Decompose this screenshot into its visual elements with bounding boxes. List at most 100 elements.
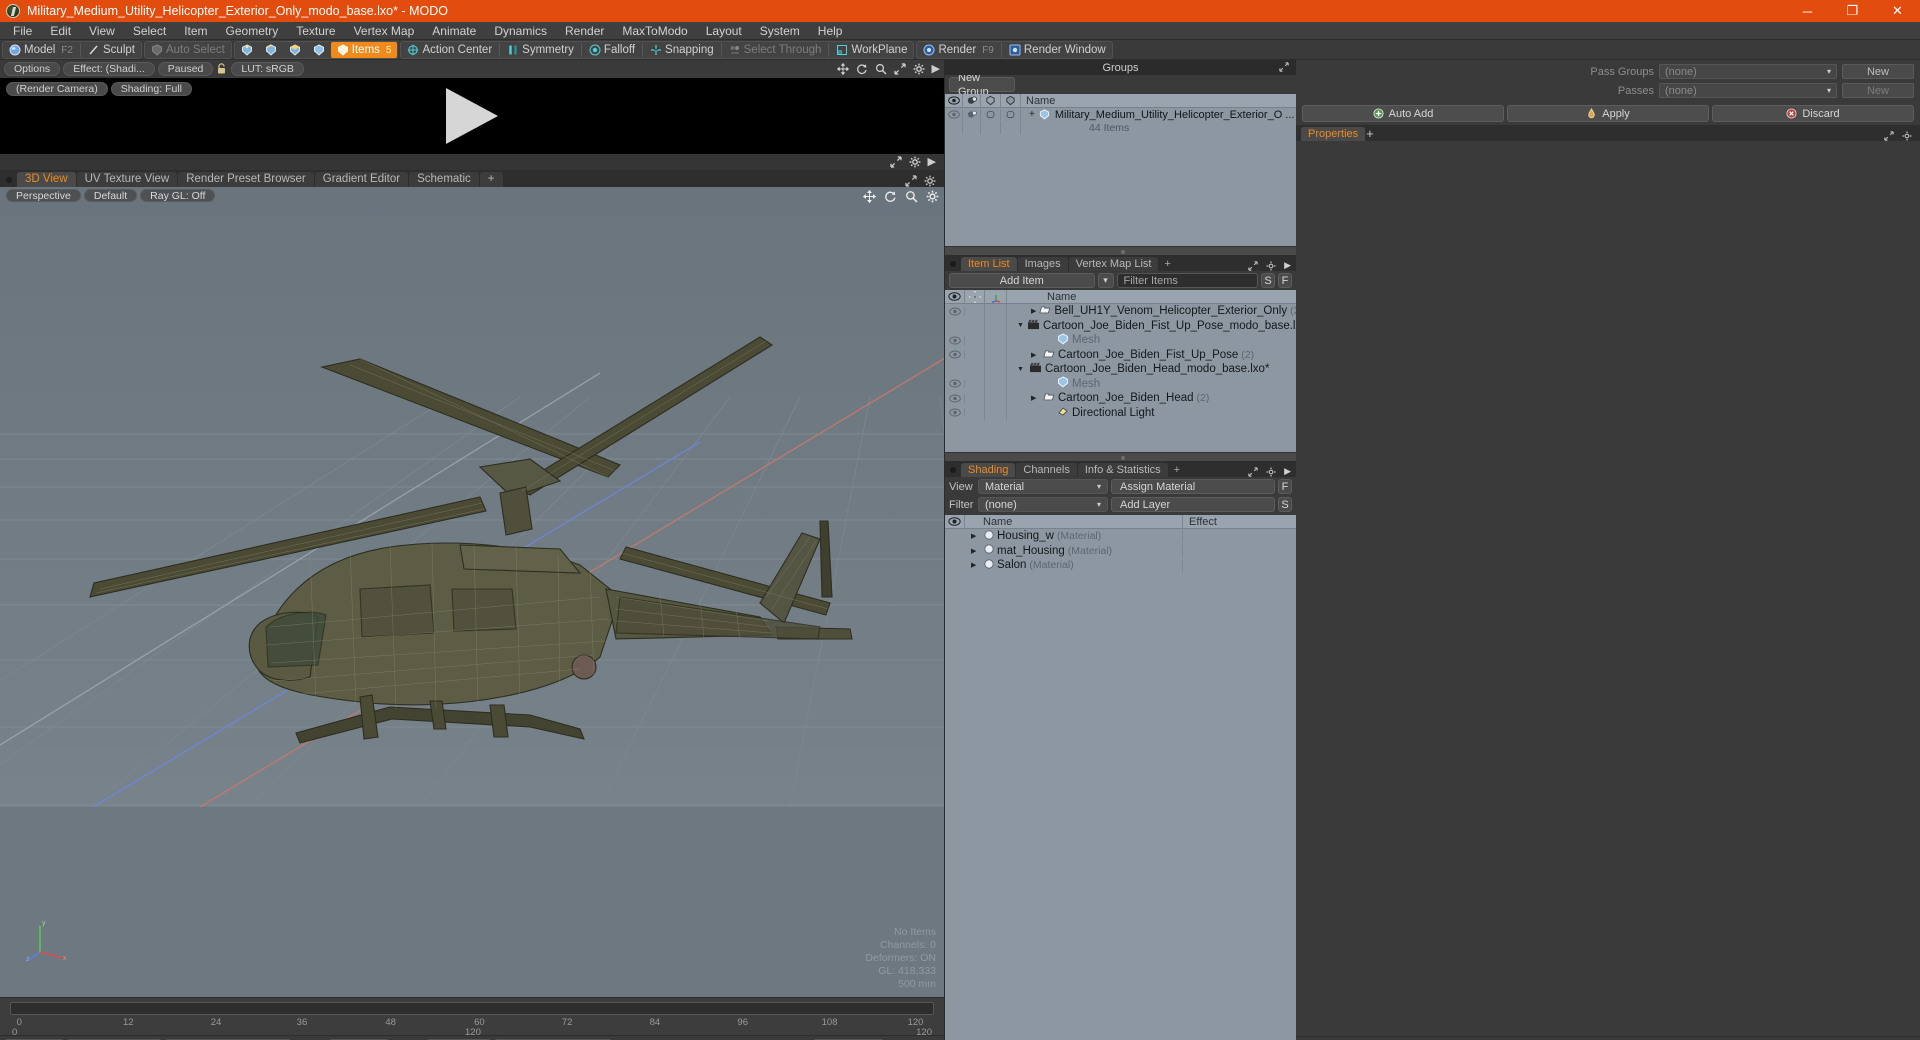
gear-icon[interactable] [1266, 259, 1278, 271]
polygons-mode-button[interactable] [283, 42, 307, 58]
table-row[interactable]: ▶ mat_Housing (Material) [945, 544, 1296, 559]
materials-mode-button[interactable] [307, 42, 331, 58]
menu-select[interactable]: Select [124, 22, 175, 40]
timeline-track[interactable] [10, 1002, 934, 1015]
gear-icon[interactable] [1902, 129, 1914, 141]
fit-icon[interactable] [1248, 465, 1260, 477]
menu-view[interactable]: View [80, 22, 124, 40]
falloff-button[interactable]: Falloff [583, 42, 641, 58]
row-transform-cell[interactable] [985, 347, 1007, 362]
play-triangle-icon[interactable] [446, 88, 498, 144]
row-lock2-toggle[interactable] [1001, 109, 1021, 120]
new-pass-button[interactable]: New [1842, 83, 1914, 98]
material-name-cell[interactable]: ▶ Salon (Material) [965, 558, 1183, 572]
item-name-cell[interactable]: ▶ Cartoon_Joe_Biden_Fist_Up_Pose (2) [1007, 348, 1296, 362]
table-row[interactable]: ▼ Cartoon_Joe_Biden_Fist_Up_Pose_modo_bas… [945, 318, 1296, 333]
viewport-3d[interactable]: Perspective Default Ray GL: Off y x z No… [0, 187, 944, 997]
menu-item[interactable]: Item [175, 22, 216, 40]
assign-material-button[interactable]: Assign Material [1111, 479, 1275, 494]
action-center-button[interactable]: Action Center [401, 42, 498, 58]
preview-paused-button[interactable]: Paused [157, 62, 214, 76]
viewport-raygl-button[interactable]: Ray GL: Off [140, 189, 216, 202]
row-lock-cell[interactable] [965, 318, 985, 333]
menu-help[interactable]: Help [809, 22, 852, 40]
group-row-name-cell[interactable]: + Military_Medium_Utility_Helicopter_Ext… [1021, 109, 1296, 121]
discard-button[interactable]: Discard [1712, 105, 1914, 122]
panel-menu-dot[interactable] [950, 261, 956, 267]
render-camera-button[interactable]: (Render Camera) [6, 82, 108, 96]
tab-vertex-map-list[interactable]: Vertex Map List [1068, 257, 1159, 271]
menu-file[interactable]: File [4, 22, 41, 40]
item-name-cell[interactable]: ▼ Cartoon_Joe_Biden_Fist_Up_Pose_modo_bas… [1007, 319, 1296, 333]
render-window-button[interactable]: Render Window [1003, 42, 1112, 58]
table-row[interactable]: Mesh [945, 333, 1296, 348]
row-transform-cell[interactable] [985, 304, 1007, 319]
preview-effect-button[interactable]: Effect: (Shadi... [63, 62, 155, 76]
panel-menu-dot[interactable] [6, 177, 12, 183]
tab-shading[interactable]: Shading [961, 463, 1016, 477]
lock-icon[interactable] [216, 63, 228, 75]
item-name-cell[interactable]: Mesh [1007, 333, 1296, 348]
menu-layout[interactable]: Layout [697, 22, 751, 40]
item-name-cell[interactable]: ▶ Cartoon_Joe_Biden_Head (2) [1007, 391, 1296, 405]
row-transform-cell[interactable] [985, 318, 1007, 333]
tab-schematic[interactable]: Schematic [409, 172, 479, 187]
model-mode-button[interactable]: Model F2 [3, 42, 79, 58]
table-row[interactable]: + Military_Medium_Utility_Helicopter_Ext… [945, 108, 1296, 121]
select-through-button[interactable]: Select Through [723, 42, 828, 58]
disclosure-arrow-icon[interactable]: ▶ [1031, 307, 1036, 315]
apply-button[interactable]: Apply [1507, 105, 1709, 122]
view-material-dropdown[interactable]: Material ▾ [978, 479, 1108, 494]
menu-vertex-map[interactable]: Vertex Map [345, 22, 424, 40]
material-name-cell[interactable]: ▶ mat_Housing (Material) [965, 544, 1183, 558]
pass-groups-dropdown[interactable]: (none) ▾ [1659, 64, 1837, 79]
tab-add-button[interactable]: + [1169, 463, 1185, 477]
fit-icon[interactable] [905, 175, 917, 187]
table-row[interactable]: ▶ Bell_UH1Y_Venom_Helicopter_Exterior_Onl… [945, 304, 1296, 319]
shading-table[interactable]: Name Effect ▶ Housing_w (Material) ▶ mat_Hou… [945, 515, 1296, 1040]
row-visibility-toggle[interactable] [945, 306, 965, 316]
maximize-button[interactable]: ❐ [1830, 0, 1875, 22]
row-lock-cell[interactable] [965, 347, 985, 362]
shading-f-button[interactable]: F [1278, 479, 1292, 494]
tab-properties[interactable]: Properties [1301, 127, 1366, 141]
row-lock-cell[interactable] [965, 362, 985, 377]
properties-pane[interactable] [1296, 141, 1920, 1036]
table-row[interactable]: ▼ Cartoon_Joe_Biden_Head_modo_base.lxo* [945, 362, 1296, 377]
menu-animate[interactable]: Animate [423, 22, 485, 40]
tab-item-list[interactable]: Item List [961, 257, 1017, 271]
timeline[interactable]: 0 12 24 36 48 60 72 84 96 108 120 0 120 … [0, 997, 944, 1038]
auto-add-button[interactable]: Auto Add [1302, 105, 1504, 122]
fit-icon[interactable] [1884, 129, 1896, 141]
row-visibility-toggle[interactable] [945, 379, 965, 389]
row-visibility-toggle[interactable] [945, 335, 965, 345]
shading-s-button[interactable]: S [1278, 497, 1292, 512]
fit-icon[interactable] [1279, 61, 1291, 74]
tab-images[interactable]: Images [1017, 257, 1068, 271]
expand-plus-icon[interactable]: + [1029, 109, 1035, 120]
disclosure-arrow-icon[interactable]: ▼ [1017, 322, 1024, 329]
edges-mode-button[interactable] [259, 42, 283, 58]
item-name-cell[interactable]: ▶ Bell_UH1Y_Venom_Helicopter_Exterior_Onl… [1007, 304, 1296, 318]
vertices-mode-button[interactable] [235, 42, 259, 58]
tab-info-statistics[interactable]: Info & Statistics [1077, 463, 1168, 477]
add-item-dropdown[interactable]: ▾ [1097, 273, 1114, 288]
panel-menu-dot[interactable] [950, 467, 956, 473]
close-button[interactable]: ✕ [1875, 0, 1920, 22]
table-row[interactable]: ▶ Cartoon_Joe_Biden_Fist_Up_Pose (2) [945, 347, 1296, 362]
fit-icon[interactable] [889, 156, 902, 168]
viewport-default-button[interactable]: Default [83, 189, 138, 202]
disclosure-arrow-icon[interactable]: ▶ [971, 561, 981, 569]
table-row[interactable]: Directional Light [945, 405, 1296, 420]
disclosure-arrow-icon[interactable]: ▶ [971, 532, 981, 540]
filter-items-input[interactable]: Filter Items [1116, 273, 1258, 288]
expand-arrow-icon[interactable]: ▶ [1284, 260, 1291, 270]
filter-s-button[interactable]: S [1261, 273, 1275, 288]
menu-texture[interactable]: Texture [287, 22, 344, 40]
item-name-cell[interactable]: ▼ Cartoon_Joe_Biden_Head_modo_base.lxo* [1007, 362, 1296, 376]
sculpt-mode-button[interactable]: Sculpt [82, 42, 141, 58]
preview-lut-button[interactable]: LUT: sRGB [231, 62, 304, 76]
disclosure-arrow-icon[interactable]: ▼ [1017, 366, 1026, 373]
tab-3d-view[interactable]: 3D View [17, 172, 76, 187]
row-visibility-toggle[interactable] [945, 408, 965, 418]
